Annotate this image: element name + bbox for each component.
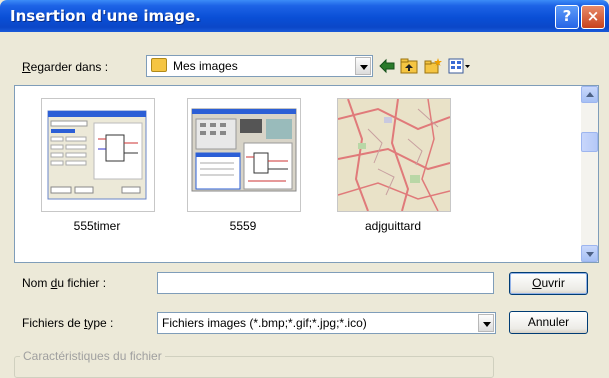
file-list[interactable]: 555timer 5559 adjguittard [14, 85, 599, 263]
file-name-adjguittard[interactable]: adjguittard [337, 219, 449, 233]
file-thumbnail-555timer[interactable] [41, 98, 155, 212]
dialog-title: Insertion d'une image. [10, 7, 201, 25]
scroll-up-button[interactable] [581, 86, 598, 103]
back-arrow-icon[interactable] [378, 57, 396, 75]
filename-input[interactable] [157, 272, 494, 294]
look-in-value: Mes images [173, 59, 238, 73]
open-button-hotkey: O [532, 276, 542, 290]
help-button[interactable]: ? [555, 5, 579, 29]
scroll-thumb[interactable] [581, 132, 598, 152]
filetype-dropdown-arrow[interactable] [478, 314, 494, 332]
look-in-label-rest: egarder dans : [30, 60, 109, 74]
file-thumbnail-5559[interactable] [187, 98, 301, 212]
scroll-down-button[interactable] [581, 245, 598, 262]
new-folder-icon[interactable] [424, 57, 442, 75]
look-in-dropdown-arrow[interactable] [355, 57, 371, 75]
look-in-combobox[interactable]: Mes images [146, 55, 373, 77]
filename-label-prefix: Nom [22, 276, 51, 290]
open-button-rest: uvrir [541, 276, 565, 290]
filetype-value: Fichiers images (*.bmp;*.gif;*.jpg;*.ico… [162, 316, 367, 330]
file-list-scrollbar[interactable] [581, 86, 598, 262]
cancel-button[interactable]: Annuler [509, 311, 588, 334]
view-menu-icon[interactable] [448, 57, 472, 75]
close-button[interactable]: × [581, 5, 605, 29]
file-name-5559[interactable]: 5559 [187, 219, 299, 233]
file-properties-group-label: Caractéristiques du fichier [20, 349, 165, 363]
filename-label: Nom du fichier : [22, 276, 106, 290]
filetype-label-prefix: Fichiers de [22, 316, 85, 330]
open-button[interactable]: Ouvrir [509, 272, 588, 295]
look-in-label: Regarder dans : [22, 60, 108, 74]
look-in-label-hotkey: R [22, 60, 31, 74]
my-pictures-folder-icon [151, 58, 167, 72]
filename-label-rest: u fichier : [57, 276, 107, 290]
up-folder-icon[interactable] [400, 57, 418, 75]
filetype-combobox[interactable]: Fichiers images (*.bmp;*.gif;*.jpg;*.ico… [157, 312, 496, 334]
file-thumbnail-adjguittard[interactable] [337, 98, 451, 212]
title-bar[interactable]: Insertion d'une image. ? × [0, 0, 609, 32]
file-open-dialog: Insertion d'une image. ? × Regarder dans… [0, 0, 609, 378]
filetype-label-rest: ype : [87, 316, 114, 330]
filetype-label: Fichiers de type : [22, 316, 113, 330]
file-name-555timer[interactable]: 555timer [41, 219, 153, 233]
